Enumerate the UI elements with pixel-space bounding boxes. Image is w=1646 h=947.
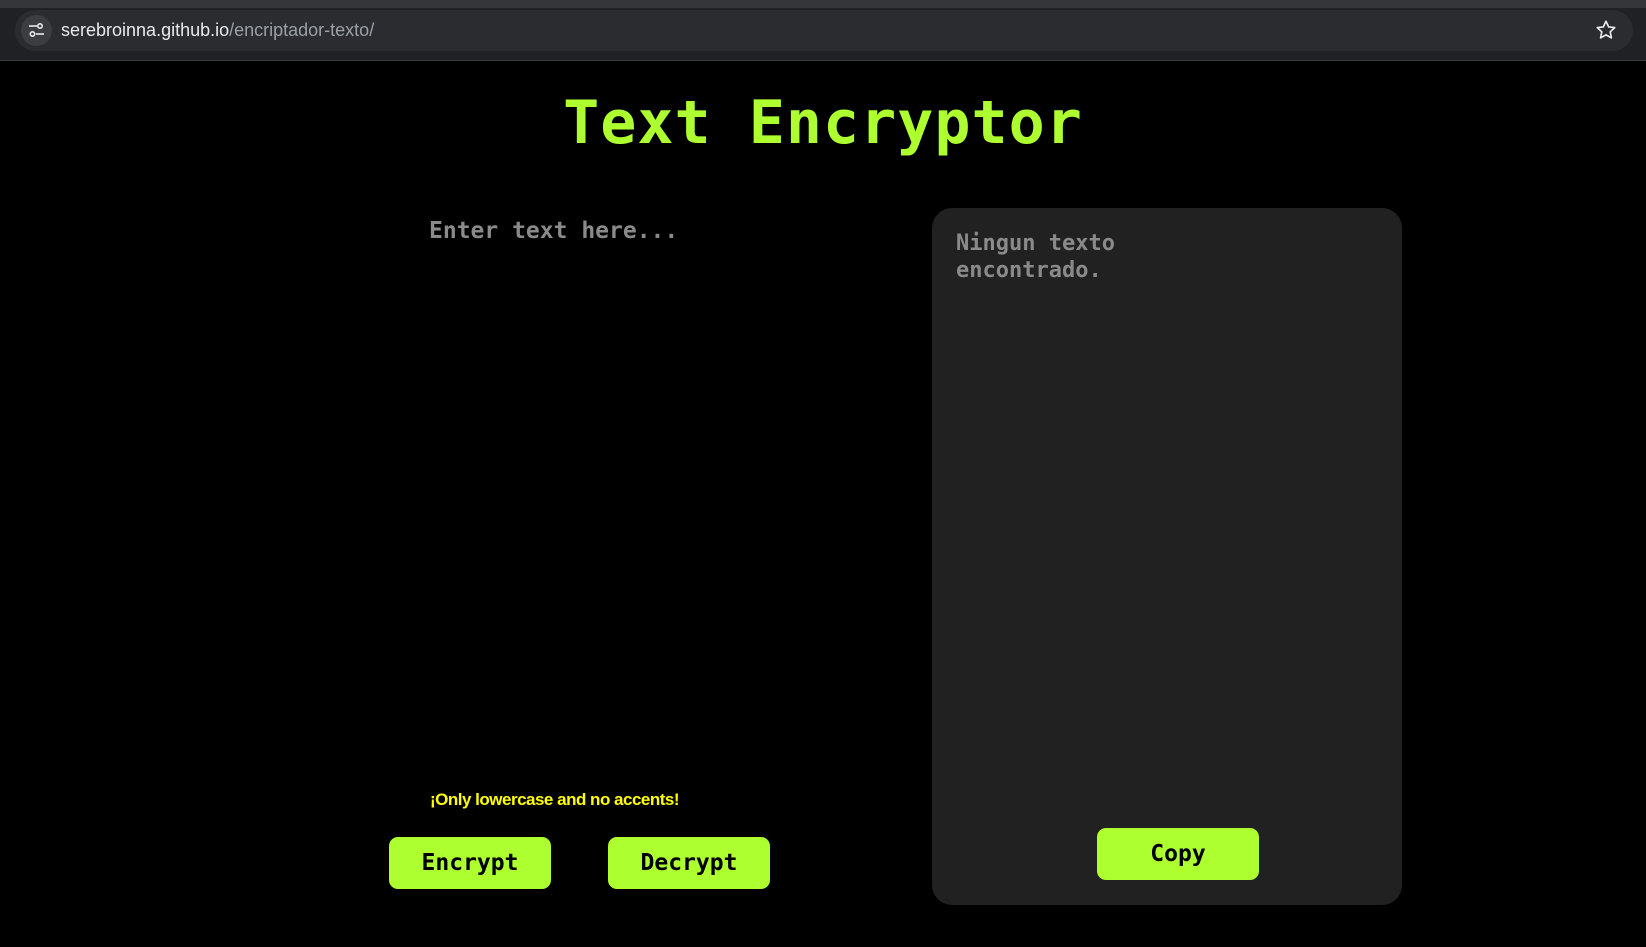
output-text: Ningun texto encontrado.: [956, 231, 1115, 283]
url-text[interactable]: serebroinna.github.io/encriptador-texto/: [61, 20, 374, 41]
tab-strip: [0, 0, 1646, 8]
text-input[interactable]: [415, 210, 895, 760]
warning-text: ¡Only lowercase and no accents!: [430, 790, 680, 809]
decrypt-button[interactable]: Decrypt: [608, 837, 770, 889]
address-bar[interactable]: serebroinna.github.io/encriptador-texto/: [15, 10, 1633, 51]
page-title: Text Encryptor: [563, 88, 1083, 158]
copy-button[interactable]: Copy: [1097, 828, 1259, 880]
browser-toolbar: serebroinna.github.io/encriptador-texto/: [0, 0, 1646, 61]
encrypt-button[interactable]: Encrypt: [389, 837, 551, 889]
star-icon[interactable]: [1595, 19, 1617, 41]
output-panel: Ningun texto encontrado. Copy: [932, 208, 1402, 905]
site-info-icon[interactable]: [21, 15, 52, 46]
url-path: /encriptador-texto/: [229, 20, 375, 40]
url-host: serebroinna.github.io: [61, 20, 230, 40]
